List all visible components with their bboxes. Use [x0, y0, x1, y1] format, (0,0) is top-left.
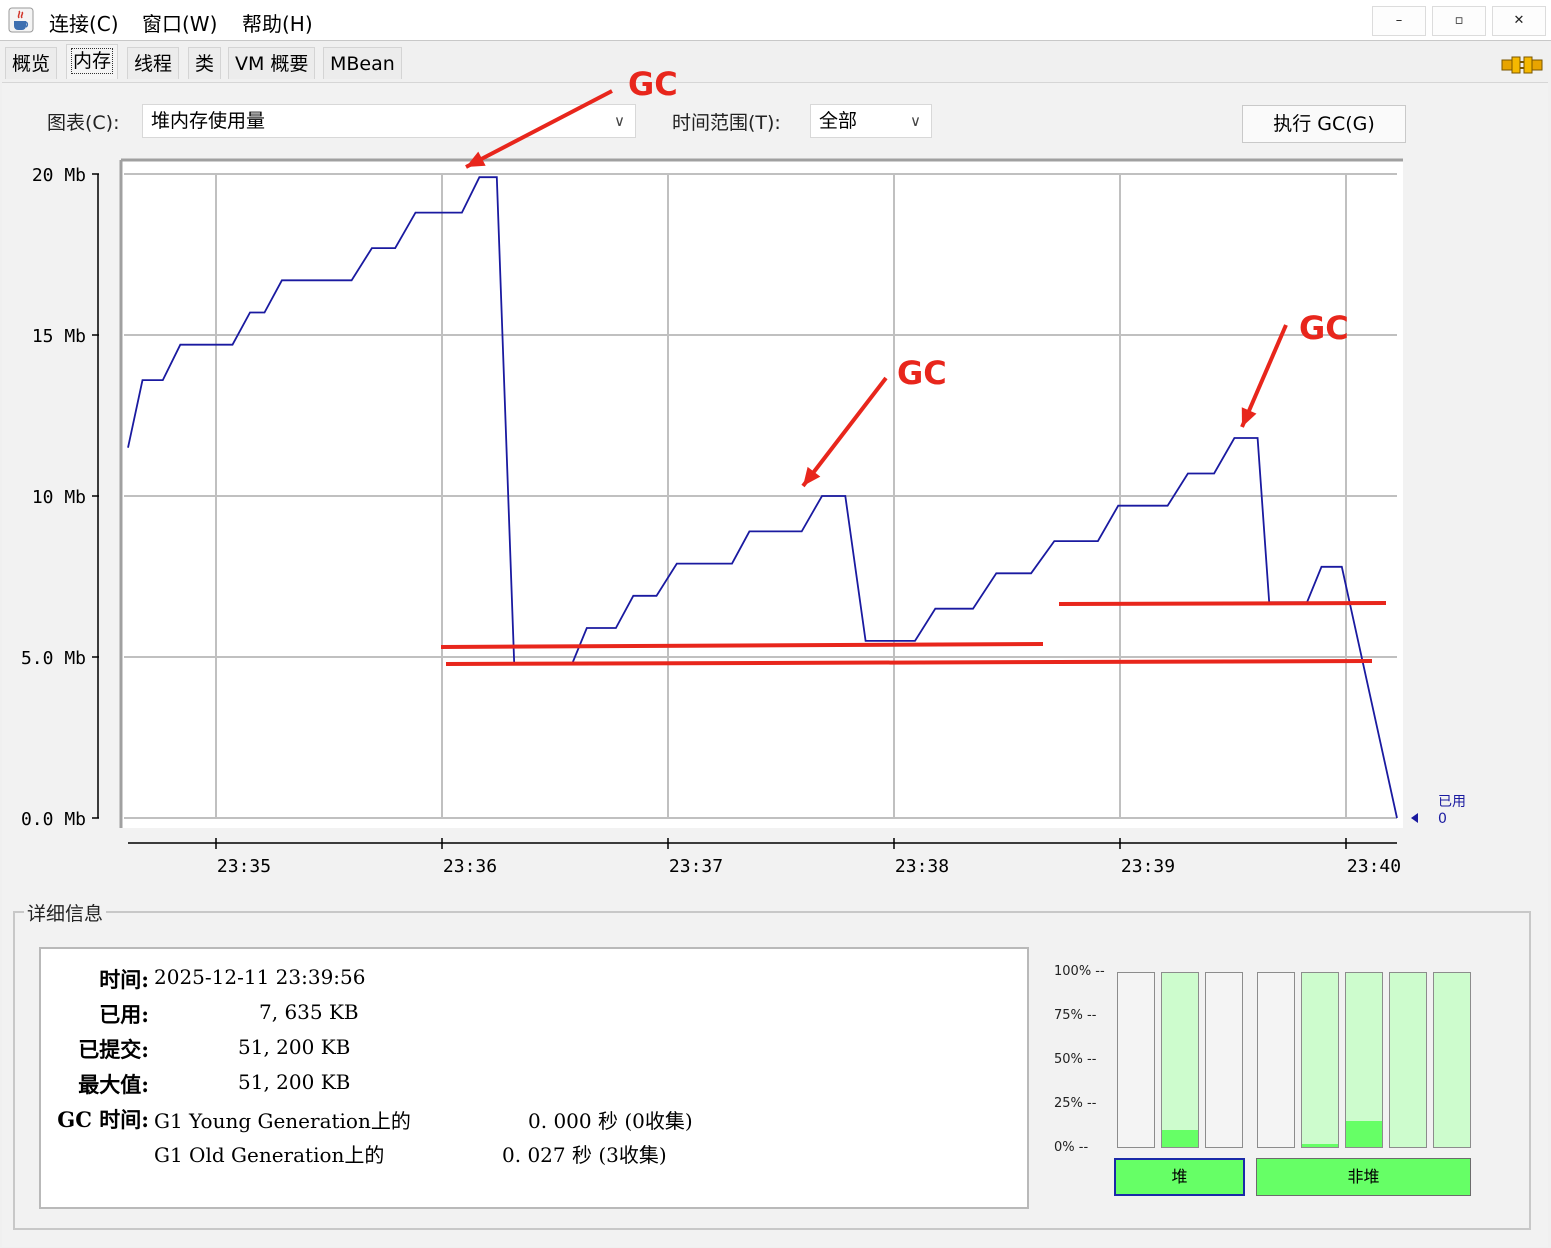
committed-value: 51, 200 KB: [238, 1035, 351, 1059]
committed-label: 已提交:: [78, 1037, 149, 1062]
pool-used-fill: [1346, 1120, 1382, 1147]
nonheap-pool-bar[interactable]: [1345, 972, 1383, 1148]
x-tick-label: 23:39: [1121, 856, 1175, 877]
heap-pool-bar[interactable]: [1205, 972, 1243, 1148]
annotation-baseline: [1058, 601, 1387, 606]
gc-annotation-label: GC: [897, 354, 947, 392]
y-tick-label: 10 Mb: [32, 487, 86, 508]
heap-pool-button[interactable]: 堆: [1114, 1158, 1245, 1196]
x-tick-label: 23:36: [443, 856, 497, 877]
legend: 已用0: [1411, 794, 1466, 827]
time-value: 2025-12-11 23:39:56: [154, 965, 366, 989]
time-label: 时间:: [99, 967, 149, 992]
nonheap-pool-button[interactable]: 非堆: [1256, 1158, 1471, 1196]
used-label: 已用:: [99, 1002, 149, 1027]
heap-usage-chart: 20 Mb15 Mb10 Mb5.0 Mb0.0 Mb 23:35 23:36 23…: [21, 65, 1466, 877]
y-tick-label: 15 Mb: [32, 326, 86, 347]
percent-label: 50% --: [1054, 1052, 1097, 1067]
details-box: 时间: 2025-12-11 23:39:56 已用: 7, 635 KB 已提…: [39, 947, 1029, 1209]
x-tick-label: 23:37: [669, 856, 723, 877]
y-tick-label: 5.0 Mb: [21, 648, 86, 669]
percent-label: 0% --: [1054, 1140, 1089, 1155]
y-tick-label: 20 Mb: [32, 165, 86, 186]
details-title: 详细信息: [24, 899, 107, 926]
gc-old-value: 0. 027 秒 (3收集): [502, 1143, 667, 1167]
gc-old-name: G1 Old Generation上的: [154, 1143, 385, 1167]
gc-annotation-label: GC: [628, 65, 678, 103]
nonheap-pool-bar[interactable]: [1389, 972, 1427, 1148]
pool-committed-fill: [1434, 973, 1470, 1147]
nonheap-pool-bar[interactable]: [1433, 972, 1471, 1148]
legend-marker: [1411, 813, 1418, 823]
pool-committed-fill: [1302, 973, 1338, 1147]
x-tick-label: 23:35: [217, 856, 271, 877]
annotation-arrow: [465, 89, 613, 169]
percent-label: 25% --: [1054, 1096, 1097, 1111]
gc-young-value: 0. 000 秒 (0收集): [528, 1109, 693, 1133]
percent-label: 100% --: [1054, 964, 1105, 979]
pool-committed-fill: [1162, 973, 1198, 1147]
max-value: 51, 200 KB: [238, 1070, 351, 1094]
legend-value: 0: [1438, 811, 1447, 827]
heap-pool-bar[interactable]: [1161, 972, 1199, 1148]
heap-pool-bar[interactable]: [1117, 972, 1155, 1148]
nonheap-pool-bar[interactable]: [1301, 972, 1339, 1148]
plot-area: [121, 160, 1403, 828]
pool-used-fill: [1162, 1129, 1198, 1147]
percent-label: 75% --: [1054, 1008, 1097, 1023]
pool-used-fill: [1302, 1143, 1338, 1147]
x-axis: 23:35 23:36 23:37 23:38 23:39 23:40: [128, 838, 1401, 877]
gc-annotation-label: GC: [1299, 309, 1349, 347]
gc-time-label: GC 时间:: [57, 1107, 149, 1132]
gc-young-name: G1 Young Generation上的: [154, 1109, 411, 1133]
x-tick-label: 23:38: [895, 856, 949, 877]
max-label: 最大值:: [78, 1072, 149, 1097]
nonheap-pool-bar[interactable]: [1257, 972, 1295, 1148]
used-value: 7, 635 KB: [259, 1000, 359, 1024]
y-axis: 20 Mb 15 Mb 10 Mb 5.0 Mb 0.0 Mb: [21, 165, 99, 830]
pool-committed-fill: [1390, 973, 1426, 1147]
legend-label: 已用: [1438, 794, 1466, 810]
x-tick-label: 23:40: [1347, 856, 1401, 877]
y-tick-label: 0.0 Mb: [21, 809, 86, 830]
